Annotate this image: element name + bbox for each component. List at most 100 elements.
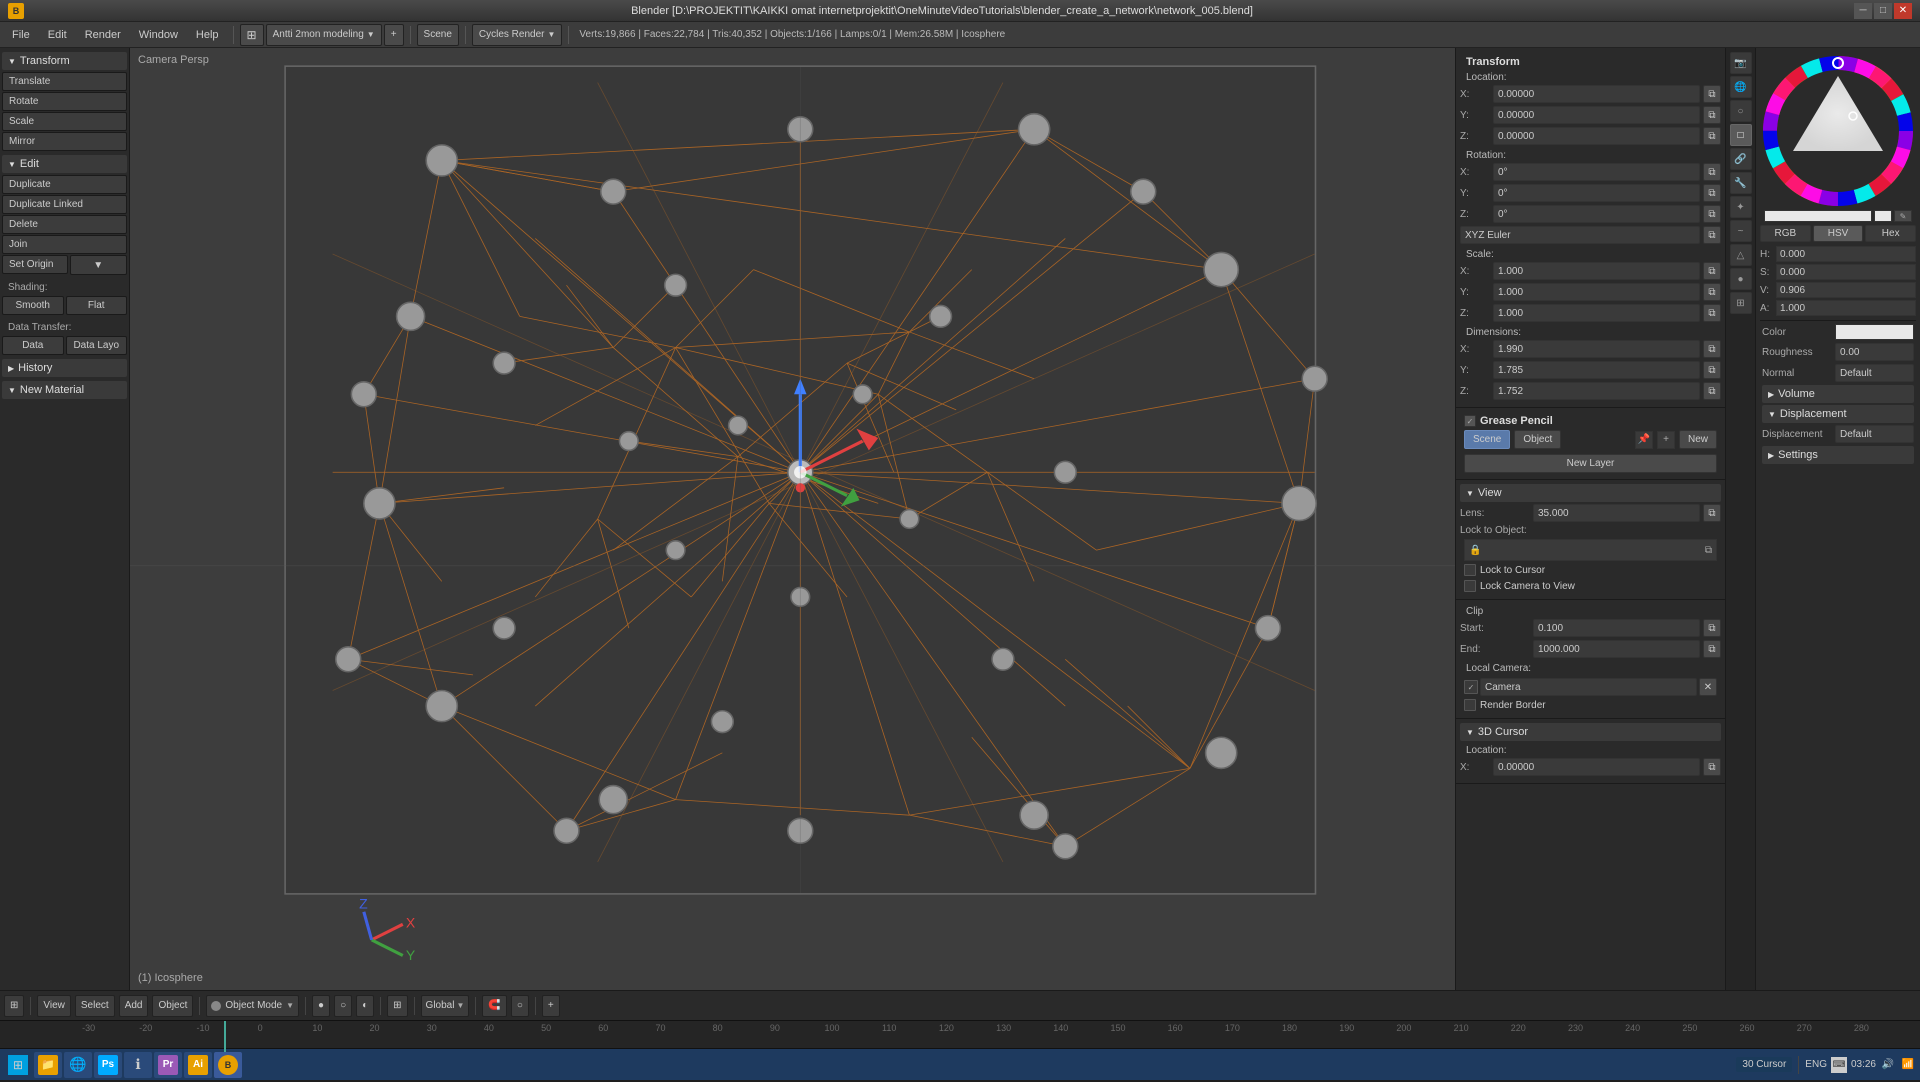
- layers-btn[interactable]: ⊞: [387, 995, 407, 1017]
- rotation-mode-copy[interactable]: ⧉: [1703, 226, 1721, 244]
- clip-start-value[interactable]: 0.100: [1533, 619, 1700, 637]
- viewport-icon-btn[interactable]: ⊞: [4, 995, 24, 1017]
- minimize-button[interactable]: ─: [1854, 3, 1872, 19]
- volume-header[interactable]: ▶ Volume: [1762, 385, 1914, 403]
- rendered-mode-btn[interactable]: ◐: [356, 995, 374, 1017]
- taskbar-info[interactable]: ℹ: [124, 1052, 152, 1078]
- rot-y-copy[interactable]: ⧉: [1703, 184, 1721, 202]
- taskbar-photoshop[interactable]: Ps: [94, 1052, 122, 1078]
- scale-z-value[interactable]: 1.000: [1493, 304, 1700, 322]
- start-button[interactable]: ⊞: [4, 1052, 32, 1078]
- h-input[interactable]: [1776, 246, 1916, 262]
- s-input[interactable]: [1776, 264, 1916, 280]
- roughness-value[interactable]: 0.00: [1835, 343, 1914, 361]
- displacement-header[interactable]: ▼ Displacement: [1762, 405, 1914, 423]
- taskbar-illustrator[interactable]: Ai: [184, 1052, 212, 1078]
- texture-icon[interactable]: ⊞: [1730, 292, 1752, 314]
- scale-z-copy[interactable]: ⧉: [1703, 304, 1721, 322]
- gp-pin-icon[interactable]: 📌: [1635, 431, 1653, 449]
- mirror-button[interactable]: Mirror: [2, 132, 127, 151]
- rot-x-value[interactable]: 0°: [1493, 163, 1700, 181]
- v-input[interactable]: [1776, 282, 1916, 298]
- taskbar-explorer[interactable]: 📁: [34, 1052, 62, 1078]
- menu-window[interactable]: Window: [131, 27, 186, 43]
- material-icon[interactable]: ●: [1730, 268, 1752, 290]
- clip-end-value[interactable]: 1000.000: [1533, 640, 1700, 658]
- maximize-button[interactable]: □: [1874, 3, 1892, 19]
- dim-z-copy[interactable]: ⧉: [1703, 382, 1721, 400]
- color-swatch-main[interactable]: [1835, 324, 1914, 340]
- modifiers-icon[interactable]: 🔧: [1730, 172, 1752, 194]
- render-engine-selector[interactable]: Cycles Render ▼: [472, 24, 563, 46]
- loc-x-copy[interactable]: ⧉: [1703, 85, 1721, 103]
- camera-value[interactable]: Camera: [1480, 678, 1697, 696]
- object-menu-btn[interactable]: Object: [152, 995, 193, 1017]
- displacement-value[interactable]: Default: [1835, 425, 1914, 443]
- scene-icon[interactable]: 🌐: [1730, 76, 1752, 98]
- delete-button[interactable]: Delete: [2, 215, 127, 234]
- rot-y-value[interactable]: 0°: [1493, 184, 1700, 202]
- translate-button[interactable]: Translate: [2, 72, 127, 91]
- dim-x-copy[interactable]: ⧉: [1703, 340, 1721, 358]
- dim-z-value[interactable]: 1.752: [1493, 382, 1700, 400]
- loc-z-copy[interactable]: ⧉: [1703, 127, 1721, 145]
- object-icon[interactable]: □: [1730, 124, 1752, 146]
- duplicate-button[interactable]: Duplicate: [2, 175, 127, 194]
- gp-plus-icon[interactable]: +: [1657, 431, 1675, 449]
- flat-button[interactable]: Flat: [66, 296, 128, 315]
- grease-pencil-checkbox[interactable]: ✓: [1464, 415, 1476, 427]
- rotation-mode-value[interactable]: XYZ Euler: [1460, 226, 1700, 244]
- view-menu-btn[interactable]: View: [37, 995, 71, 1017]
- join-button[interactable]: Join: [2, 235, 127, 254]
- scale-button[interactable]: Scale: [2, 112, 127, 131]
- rot-z-copy[interactable]: ⧉: [1703, 205, 1721, 223]
- view-header[interactable]: ▼ View: [1460, 484, 1721, 502]
- mode-selector[interactable]: Object Mode ▼: [206, 995, 299, 1017]
- a-input[interactable]: [1776, 300, 1916, 316]
- loc-z-value[interactable]: 0.00000: [1493, 127, 1700, 145]
- rotate-button[interactable]: Rotate: [2, 92, 127, 111]
- cursor-header[interactable]: ▼ 3D Cursor: [1460, 723, 1721, 741]
- cursor-x-value[interactable]: 0.00000: [1493, 758, 1700, 776]
- data-button[interactable]: Data: [2, 336, 64, 355]
- set-origin-button[interactable]: Set Origin: [2, 255, 68, 274]
- lock-to-cursor-checkbox[interactable]: [1464, 564, 1476, 576]
- dim-y-copy[interactable]: ⧉: [1703, 361, 1721, 379]
- transform-header[interactable]: ▼ Transform: [2, 52, 127, 70]
- dim-y-value[interactable]: 1.785: [1493, 361, 1700, 379]
- gp-new-layer-button[interactable]: New Layer: [1464, 454, 1717, 473]
- menu-render[interactable]: Render: [77, 27, 129, 43]
- particles-icon[interactable]: ✦: [1730, 196, 1752, 218]
- lock-object-copy[interactable]: ⧉: [1705, 545, 1712, 556]
- physics-icon[interactable]: ~: [1730, 220, 1752, 242]
- duplicate-linked-button[interactable]: Duplicate Linked: [2, 195, 127, 214]
- select-menu-btn[interactable]: Select: [75, 995, 115, 1017]
- rot-x-copy[interactable]: ⧉: [1703, 163, 1721, 181]
- solid-mode-btn[interactable]: ●: [312, 995, 330, 1017]
- manipulator-btn[interactable]: +: [542, 995, 560, 1017]
- gp-scene-button[interactable]: Scene: [1464, 430, 1510, 449]
- history-header[interactable]: ▶ History: [2, 359, 127, 377]
- camera-close[interactable]: ✕: [1699, 678, 1717, 696]
- loc-x-value[interactable]: 0.00000: [1493, 85, 1700, 103]
- scale-x-value[interactable]: 1.000: [1493, 262, 1700, 280]
- taskbar-premiere[interactable]: Pr: [154, 1052, 182, 1078]
- gp-new-button[interactable]: New: [1679, 430, 1717, 449]
- loc-y-value[interactable]: 0.00000: [1493, 106, 1700, 124]
- rgb-tab[interactable]: RGB: [1760, 225, 1811, 242]
- scale-y-copy[interactable]: ⧉: [1703, 283, 1721, 301]
- proportional-btn[interactable]: ○: [511, 995, 529, 1017]
- set-origin-dropdown[interactable]: ▼: [70, 255, 128, 275]
- lock-object-dropdown[interactable]: 🔒 ⧉: [1464, 539, 1717, 561]
- viewport[interactable]: X Y Z: [130, 48, 1455, 990]
- data-layo-button[interactable]: Data Layo: [66, 336, 128, 355]
- normal-value[interactable]: Default: [1835, 364, 1914, 382]
- hsv-tab[interactable]: HSV: [1813, 225, 1864, 242]
- workspace-add[interactable]: +: [384, 24, 404, 46]
- snap-btn[interactable]: 🧲: [482, 995, 506, 1017]
- camera-checkbox[interactable]: ✓: [1464, 680, 1478, 694]
- gp-object-button[interactable]: Object: [1514, 430, 1561, 449]
- color-swatch[interactable]: [1874, 210, 1892, 222]
- menu-file[interactable]: File: [4, 27, 38, 43]
- rot-z-value[interactable]: 0°: [1493, 205, 1700, 223]
